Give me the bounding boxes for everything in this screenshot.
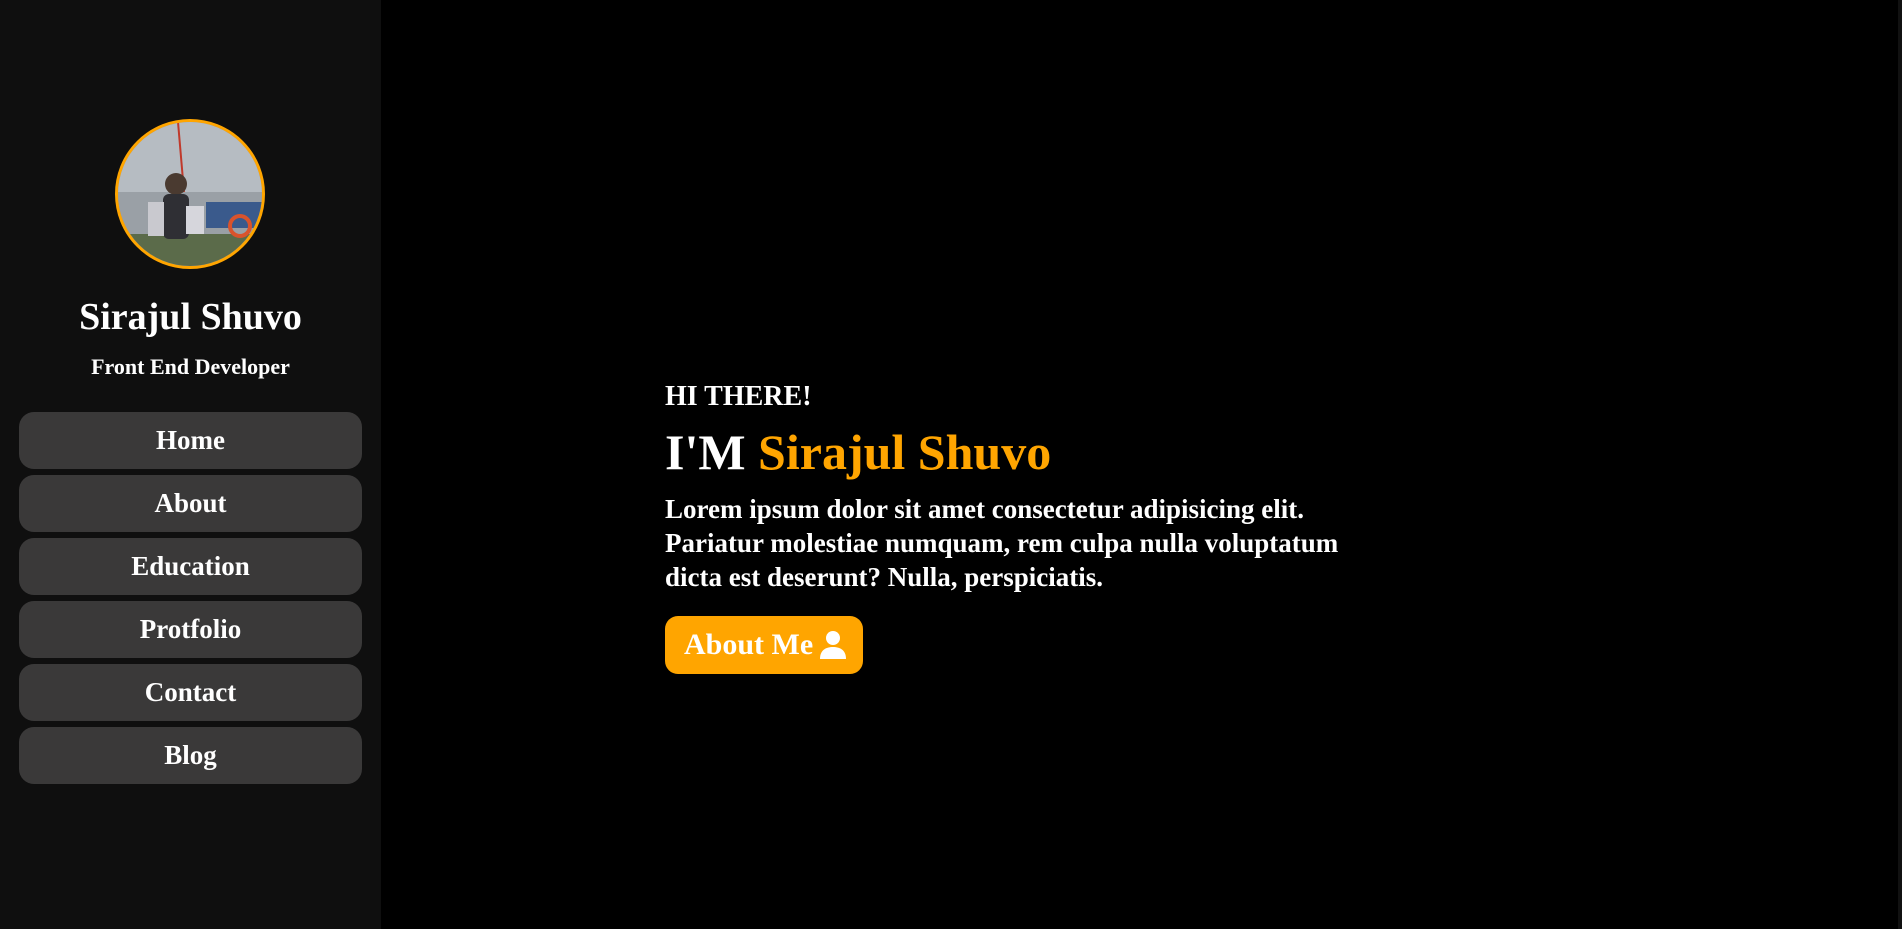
profile-role: Front End Developer [91, 354, 290, 379]
nav-item-education[interactable]: Education [19, 538, 362, 595]
about-me-button[interactable]: About Me [665, 616, 864, 674]
hero-section: HI THERE! I'M Sirajul Shuvo Lorem ipsum … [665, 380, 1365, 674]
nav-item-portfolio[interactable]: Protfolio [19, 601, 362, 658]
sidebar: Sirajul Shuvo Front End Developer Home A… [0, 0, 381, 929]
user-icon [819, 630, 847, 660]
nav-item-home[interactable]: Home [19, 412, 362, 469]
about-me-button-label: About Me [684, 628, 814, 661]
sidebar-nav: Home About Education Protfolio Contact B… [19, 412, 362, 790]
headline-name: Sirajul Shuvo [758, 424, 1052, 480]
scrollbar[interactable] [1898, 0, 1902, 929]
headline-prefix: I'M [665, 424, 746, 480]
hero-intro-text: Lorem ipsum dolor sit amet consectetur a… [665, 494, 1339, 592]
hero-headline: I'M Sirajul Shuvo [665, 424, 1365, 480]
nav-item-about[interactable]: About [19, 475, 362, 532]
hero-greeting: HI THERE! [665, 381, 812, 412]
nav-item-contact[interactable]: Contact [19, 664, 362, 721]
avatar [115, 119, 265, 269]
nav-item-blog[interactable]: Blog [19, 727, 362, 784]
page: Sirajul Shuvo Front End Developer Home A… [0, 0, 1902, 929]
profile-name: Sirajul Shuvo [79, 296, 302, 338]
avatar-photo [118, 122, 262, 266]
